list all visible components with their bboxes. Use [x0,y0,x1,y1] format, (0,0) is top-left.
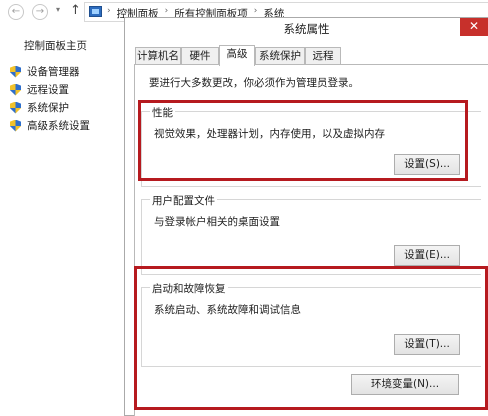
up-arrow-icon[interactable]: ↑ [70,3,81,18]
close-button[interactable]: ✕ [460,18,488,36]
close-icon: ✕ [468,19,480,33]
tab-computer-name[interactable]: 计算机名 [135,47,181,65]
advanced-tab-panel: 要进行大多数更改，你必须作为管理员登录。 性能 视觉效果，处理器计划，内存使用，… [134,64,488,416]
tab-system-protection[interactable]: 系统保护 [255,47,305,65]
dialog-title: 系统属性 [283,22,330,36]
system-properties-dialog: 系统属性 ✕ 计算机名 硬件 高级 系统保护 远程 要进行大多数更改，你必须作为… [124,17,488,416]
task-advanced-system-settings[interactable]: 高级系统设置 [10,118,90,133]
tab-hardware[interactable]: 硬件 [181,47,219,65]
task-label: 高级系统设置 [27,120,90,132]
control-panel-icon [89,6,102,17]
task-system-protection[interactable]: 系统保护 [10,100,69,115]
back-button[interactable]: ← [8,4,24,20]
startup-recovery-description: 系统启动、系统故障和调试信息 [154,304,301,316]
recent-locations-icon[interactable]: ▾ [56,5,60,14]
shield-icon [10,101,21,114]
control-panel-left-pane: 控制面板主页 设备管理器 远程设置 系统保护 高级系统设置 [0,24,124,416]
control-panel-home-link[interactable]: 控制面板主页 [24,38,87,53]
tab-remote[interactable]: 远程 [305,47,341,65]
task-remote-settings[interactable]: 远程设置 [10,82,69,97]
user-profiles-legend: 用户配置文件 [150,193,217,208]
shield-icon [10,65,21,78]
startup-recovery-group: 启动和故障恢复 系统启动、系统故障和调试信息 设置(T)... [141,281,481,367]
performance-description: 视觉效果，处理器计划，内存使用，以及虚拟内存 [154,128,385,140]
user-profiles-description: 与登录帐户相关的桌面设置 [154,216,280,228]
task-label: 系统保护 [27,102,69,114]
startup-recovery-legend: 启动和故障恢复 [150,281,228,296]
startup-recovery-settings-button[interactable]: 设置(T)... [394,334,460,355]
admin-note: 要进行大多数更改，你必须作为管理员登录。 [149,77,359,89]
task-label: 设备管理器 [27,66,80,78]
performance-settings-button[interactable]: 设置(S)... [394,154,460,175]
shield-icon [10,83,21,96]
user-profiles-group: 用户配置文件 与登录帐户相关的桌面设置 设置(E)... [141,193,481,275]
shield-icon [10,119,21,132]
user-profiles-settings-button[interactable]: 设置(E)... [394,245,460,266]
performance-group: 性能 视觉效果，处理器计划，内存使用，以及虚拟内存 设置(S)... [141,105,481,187]
task-label: 远程设置 [27,84,69,96]
performance-legend: 性能 [150,105,175,120]
tab-advanced[interactable]: 高级 [219,45,255,66]
environment-variables-button[interactable]: 环境变量(N)... [351,374,459,395]
forward-button[interactable]: → [32,4,48,20]
breadcrumb-separator: › [107,6,111,16]
task-device-manager[interactable]: 设备管理器 [10,64,80,79]
